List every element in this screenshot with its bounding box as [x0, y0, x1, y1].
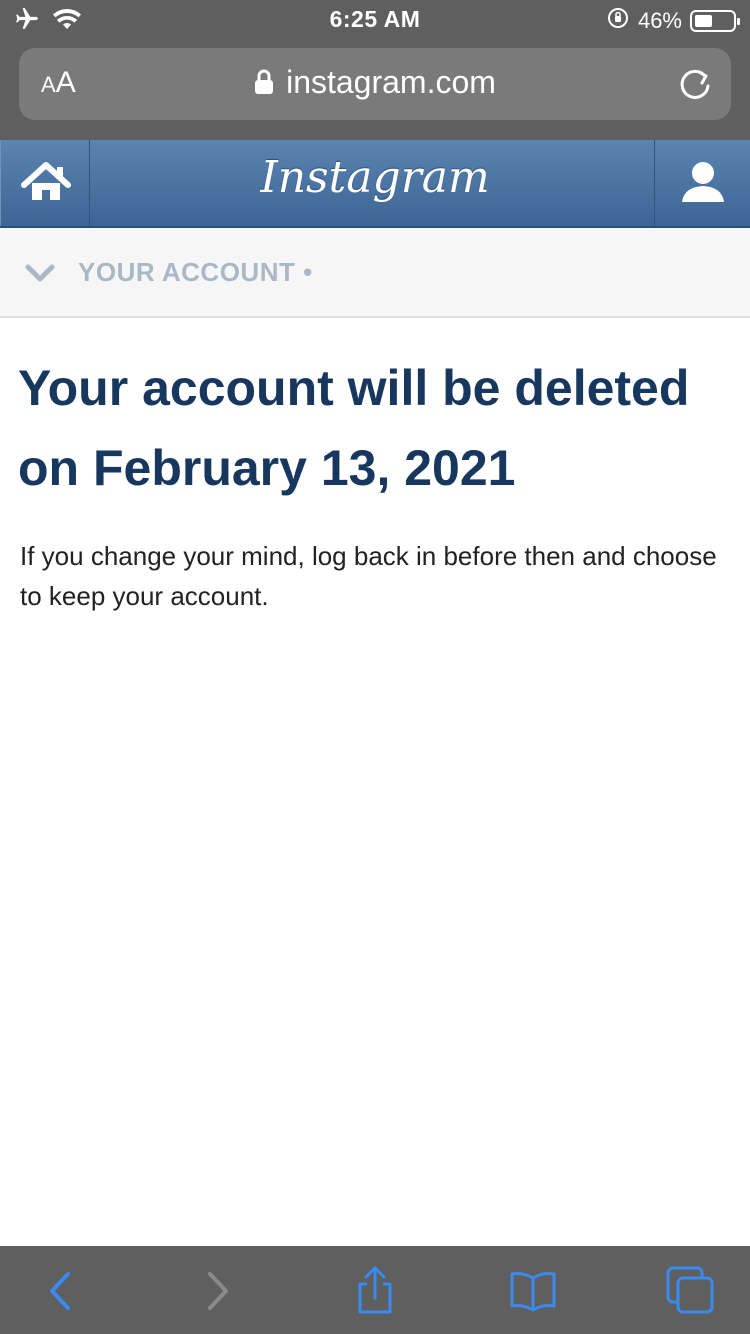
browser-chrome: 6:25 AM 46% AA instagram.com: [0, 0, 750, 140]
page-description: If you change your mind, log back in bef…: [20, 541, 717, 611]
lock-icon: [254, 66, 274, 94]
battery-fill: [695, 15, 712, 27]
page-title: Your account will be deleted on February…: [18, 360, 690, 496]
reload-icon[interactable]: [675, 64, 715, 104]
address-bar[interactable]: AA instagram.com: [19, 48, 731, 120]
section-title: YOUR ACCOUNT •: [78, 257, 313, 287]
profile-button[interactable]: [654, 140, 750, 226]
tabs-icon[interactable]: [664, 1266, 714, 1316]
battery-percent: 46%: [637, 8, 682, 33]
bookmarks-icon[interactable]: [508, 1266, 558, 1316]
back-icon[interactable]: [38, 1266, 88, 1316]
url-text: instagram.com: [286, 64, 496, 100]
status-right: 46%: [606, 6, 740, 36]
battery-icon: [690, 10, 740, 32]
forward-icon[interactable]: [192, 1266, 242, 1316]
chevron-down-icon[interactable]: [24, 258, 56, 288]
browser-toolbar: [0, 1246, 750, 1334]
instagram-logo[interactable]: Instagram: [0, 152, 750, 203]
share-icon[interactable]: [350, 1266, 400, 1316]
orientation-lock-icon: [606, 6, 630, 36]
status-bar: 6:25 AM 46%: [0, 0, 750, 40]
instagram-header: Instagram: [0, 140, 750, 228]
url-field[interactable]: instagram.com: [19, 64, 731, 101]
section-header[interactable]: YOUR ACCOUNT •: [0, 228, 750, 318]
